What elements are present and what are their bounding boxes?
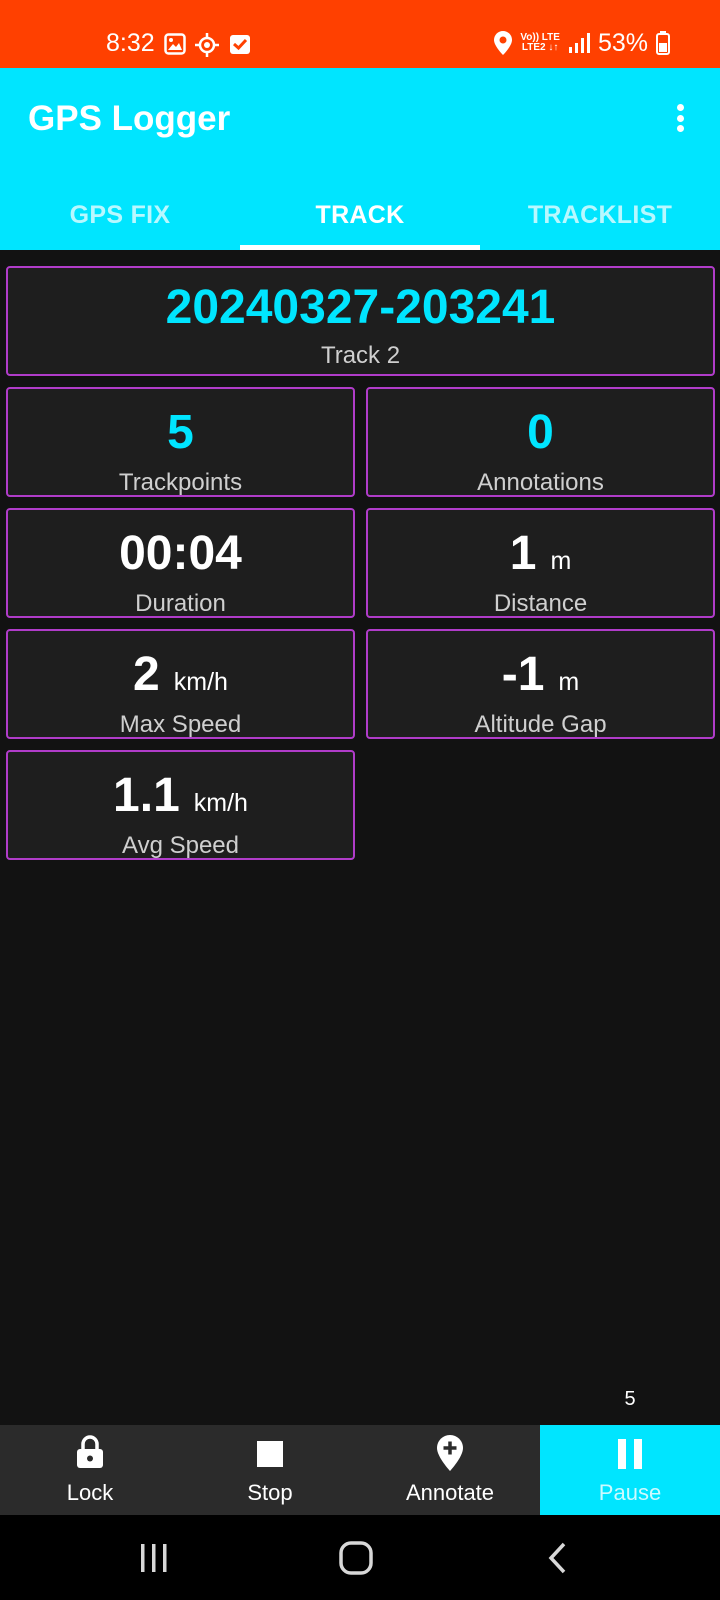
max-speed-card: 2 km/h Max Speed — [6, 629, 355, 739]
max-speed-value-line: 2 km/h — [8, 643, 353, 707]
trackpoints-label: Trackpoints — [118, 469, 243, 496]
tab-track[interactable]: TRACK — [240, 180, 480, 250]
pause-icon — [618, 1439, 642, 1469]
overflow-menu-button[interactable] — [664, 100, 696, 136]
pause-label: Pause — [598, 1480, 662, 1505]
recents-button[interactable] — [94, 1515, 214, 1600]
max-speed-unit: km/h — [173, 668, 228, 696]
track-subtitle: Track 2 — [320, 342, 401, 369]
distance-card: 1 m Distance — [366, 508, 715, 618]
duration-card: 00:04 Duration — [6, 508, 355, 618]
network-indicator: Vo)) LTE LTE2 ↓↑ — [520, 33, 560, 53]
point-count: 5 — [624, 1388, 636, 1410]
max-speed-value: 2 — [133, 648, 160, 701]
duration-value-line: 00:04 — [8, 522, 353, 586]
altitude-gap-value: -1 — [501, 648, 545, 701]
annotations-label: Annotations — [477, 469, 604, 496]
duration-label: Duration — [135, 590, 226, 617]
altitude-gap-card: -1 m Altitude Gap — [366, 629, 715, 739]
app-root: 8:32 Vo)) LTE LTE2 ↓↑ 53% GPS Logger GPS… — [0, 0, 720, 1600]
distance-label: Distance — [493, 590, 588, 617]
more-vert-icon-dot — [676, 104, 684, 111]
duration-value: 00:04 — [119, 527, 242, 580]
stop-label: Stop — [247, 1480, 293, 1505]
action-bar: Lock Stop Annotate Pause — [0, 1425, 720, 1515]
annotations-value-line: 0 — [368, 401, 713, 465]
distance-value: 1 — [509, 527, 537, 580]
battery-percent: 53% — [597, 29, 648, 57]
tab-bar: GPS FIX TRACK TRACKLIST — [0, 180, 720, 250]
altitude-gap-label: Altitude Gap — [474, 711, 607, 738]
network-bottom-text: LTE2 ↓↑ — [521, 42, 559, 53]
status-time: 8:32 — [106, 29, 155, 57]
system-nav-bar — [0, 1515, 720, 1600]
avg-speed-card: 1.1 km/h Avg Speed — [6, 750, 355, 860]
more-vert-icon-dot — [676, 114, 684, 122]
avg-speed-label: Avg Speed — [122, 832, 239, 859]
avg-speed-unit: km/h — [193, 789, 248, 817]
altitude-gap-value-line: -1 m — [368, 643, 713, 707]
lock-icon — [77, 1435, 103, 1468]
location-icon — [494, 31, 513, 55]
sync-icon — [195, 33, 219, 57]
annotations-card: 0 Annotations — [366, 387, 715, 497]
stop-button[interactable]: Stop — [180, 1425, 360, 1515]
annotations-value: 0 — [527, 406, 554, 459]
track-name-card: 20240327-203241 Track 2 — [6, 266, 715, 376]
pause-button[interactable]: Pause — [540, 1425, 720, 1515]
status-right: Vo)) LTE LTE2 ↓↑ 53% — [494, 28, 670, 58]
tab-tracklist[interactable]: TRACKLIST — [480, 180, 720, 250]
annotate-label: Annotate — [405, 1480, 495, 1505]
home-button[interactable] — [296, 1515, 416, 1600]
status-bar: 8:32 Vo)) LTE LTE2 ↓↑ 53% — [0, 0, 720, 68]
image-icon — [164, 33, 186, 55]
add-location-icon — [437, 1435, 463, 1471]
trackpoints-value-line: 5 — [8, 401, 353, 465]
lock-button[interactable]: Lock — [0, 1425, 180, 1515]
trackpoints-card: 5 Trackpoints — [6, 387, 355, 497]
back-icon — [548, 1542, 566, 1573]
distance-unit: m — [550, 547, 572, 575]
avg-speed-value: 1.1 — [113, 769, 180, 822]
app-title: GPS Logger — [28, 99, 231, 138]
annotate-button[interactable]: Annotate — [360, 1425, 540, 1515]
battery-icon — [656, 31, 670, 55]
distance-value-line: 1 m — [368, 522, 713, 586]
home-icon — [339, 1540, 373, 1575]
tab-indicator — [240, 245, 480, 250]
track-name-line: 20240327-203241 — [8, 276, 713, 340]
stop-icon — [257, 1441, 283, 1467]
lock-label: Lock — [66, 1480, 114, 1505]
recents-icon — [141, 1543, 167, 1572]
avg-speed-value-line: 1.1 km/h — [8, 764, 353, 828]
more-vert-icon-dot — [676, 125, 684, 132]
max-speed-label: Max Speed — [119, 711, 242, 738]
altitude-gap-unit: m — [558, 668, 580, 696]
track-name: 20240327-203241 — [165, 281, 556, 334]
back-button[interactable] — [497, 1515, 617, 1600]
trackpoints-value: 5 — [167, 406, 194, 459]
signal-icon — [568, 33, 590, 53]
check-box-icon — [230, 35, 250, 54]
tab-gps-fix[interactable]: GPS FIX — [0, 180, 240, 250]
